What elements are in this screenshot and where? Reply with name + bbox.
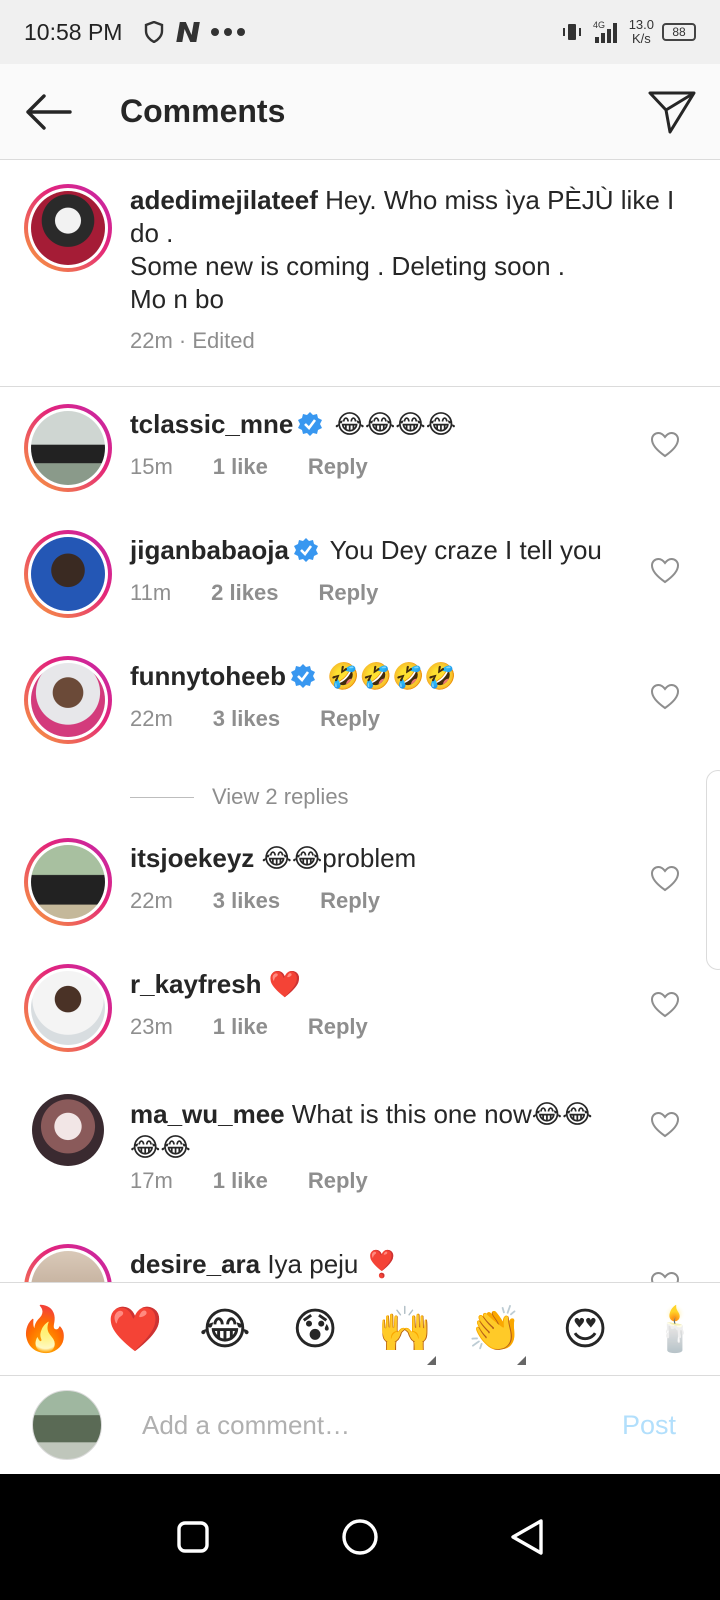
comment-composer: Post <box>0 1376 720 1474</box>
recents-button[interactable] <box>171 1515 215 1559</box>
avatar[interactable] <box>24 838 112 926</box>
comment-time: 11m <box>130 580 172 605</box>
back-button[interactable] <box>0 64 96 160</box>
caption-username[interactable]: adedimejilateef <box>130 185 318 215</box>
heart-icon[interactable] <box>650 430 680 460</box>
emoji-anxious[interactable]: 😰 <box>270 1304 360 1355</box>
like-count[interactable]: 3 likes <box>213 888 280 914</box>
caption-meta: 22m · Edited <box>130 328 255 353</box>
emoji-raised-hands[interactable]: 🙌 <box>360 1303 450 1365</box>
reply-button[interactable]: Reply <box>320 888 380 914</box>
system-nav-bar <box>0 1474 720 1600</box>
like-count[interactable]: 1 like <box>213 1168 268 1194</box>
square-icon <box>177 1521 210 1553</box>
emoji-fire[interactable]: 🔥 <box>0 1303 90 1355</box>
status-bar: 10:58 PM 4G 13.0 K/s 88 <box>0 0 720 64</box>
vibrate-icon <box>562 24 581 40</box>
comment-username[interactable]: desire_ara <box>130 1249 260 1279</box>
comment-input[interactable] <box>142 1409 562 1441</box>
netflix-n-icon <box>176 22 201 42</box>
heart-icon[interactable] <box>650 1110 680 1140</box>
comment-time: 22m <box>130 706 173 731</box>
my-avatar <box>32 1390 102 1460</box>
emoji-candle[interactable]: 🕯️ <box>630 1303 720 1355</box>
reply-button[interactable]: Reply <box>320 706 380 732</box>
heart-icon[interactable] <box>650 864 680 894</box>
reply-button[interactable]: Reply <box>308 1168 368 1194</box>
comment-username[interactable]: funnytoheeb <box>130 661 286 691</box>
shield-icon <box>145 21 164 43</box>
comment-time: 22m <box>130 888 173 913</box>
view-replies-button[interactable]: View 2 replies <box>130 784 349 810</box>
comment-time: 23m <box>130 1014 173 1039</box>
battery-icon: 88 <box>662 23 696 41</box>
comment-time: 17m <box>130 1168 173 1193</box>
emoji-quick-bar: 🔥 ❤️ 😂 😰 🙌 👏 😍 🕯️ <box>0 1282 720 1376</box>
page-title: Comments <box>120 93 286 129</box>
avatar[interactable] <box>24 530 112 618</box>
svg-text:4G: 4G <box>593 20 605 30</box>
comment-text: 😂😂problem <box>254 843 417 873</box>
back-nav-button[interactable] <box>505 1515 549 1559</box>
share-button[interactable] <box>624 64 720 160</box>
comment-text: ❤️ <box>261 969 302 999</box>
comment-text: 🤣🤣🤣🤣 <box>320 661 457 691</box>
comment-username[interactable]: jiganbabaoja <box>130 535 289 565</box>
comment-time: 15m <box>130 454 173 479</box>
avatar[interactable] <box>24 656 112 744</box>
comment-username[interactable]: tclassic_mne <box>130 409 293 439</box>
heart-icon[interactable] <box>650 556 680 586</box>
avatar[interactable] <box>32 1094 104 1166</box>
verified-badge-icon <box>298 412 323 436</box>
view-replies-label: View 2 replies <box>212 784 349 809</box>
reply-button[interactable]: Reply <box>308 1014 368 1040</box>
emoji-laughing[interactable]: 😂 <box>180 1304 270 1355</box>
reply-button[interactable]: Reply <box>308 454 368 480</box>
comment-text: You Dey craze I tell you <box>322 535 602 565</box>
more-dots-icon <box>211 28 246 36</box>
avatar[interactable] <box>24 404 112 492</box>
replies-divider <box>130 796 194 798</box>
comment-username[interactable]: ma_wu_mee <box>130 1099 285 1129</box>
reply-button[interactable]: Reply <box>318 580 378 606</box>
heart-icon[interactable] <box>650 682 680 712</box>
like-count[interactable]: 1 like <box>213 454 268 480</box>
skin-tone-indicator <box>427 1356 436 1365</box>
status-time: 10:58 PM <box>24 18 123 45</box>
paper-plane-icon <box>648 91 696 133</box>
like-count[interactable]: 1 like <box>213 1014 268 1040</box>
avatar[interactable] <box>24 964 112 1052</box>
comment-text: 😂😂😂😂 <box>327 409 457 439</box>
comment-username[interactable]: itsjoekeyz <box>130 843 254 873</box>
avatar[interactable] <box>24 184 112 272</box>
verified-badge-icon <box>291 664 315 688</box>
comment-username[interactable]: r_kayfresh <box>130 969 262 999</box>
heart-icon[interactable] <box>650 990 680 1020</box>
like-count[interactable]: 3 likes <box>213 706 280 732</box>
verified-badge-icon <box>293 538 318 562</box>
post-caption: adedimejilateef Hey. Who miss ìya PÈJÙ l… <box>0 160 720 387</box>
post-button[interactable]: Post <box>622 1410 676 1441</box>
scroll-handle[interactable] <box>706 770 720 970</box>
caption-text: adedimejilateef Hey. Who miss ìya PÈJÙ l… <box>130 184 690 316</box>
triangle-back-icon <box>510 1519 543 1555</box>
net-speed: 13.0 K/s <box>628 17 654 46</box>
top-bar: Comments <box>0 64 720 160</box>
skin-tone-indicator <box>517 1356 526 1365</box>
emoji-heart-eyes[interactable]: 😍 <box>540 1304 630 1355</box>
home-button[interactable] <box>338 1515 382 1559</box>
circle-icon <box>342 1519 378 1555</box>
emoji-clapping[interactable]: 👏 <box>450 1303 540 1365</box>
arrow-left-icon <box>26 93 72 130</box>
signal-icon: 4G <box>593 20 617 43</box>
comment-text: Iya peju ❣️ <box>260 1249 398 1279</box>
emoji-heart[interactable]: ❤️ <box>90 1303 180 1355</box>
like-count[interactable]: 2 likes <box>211 580 278 606</box>
